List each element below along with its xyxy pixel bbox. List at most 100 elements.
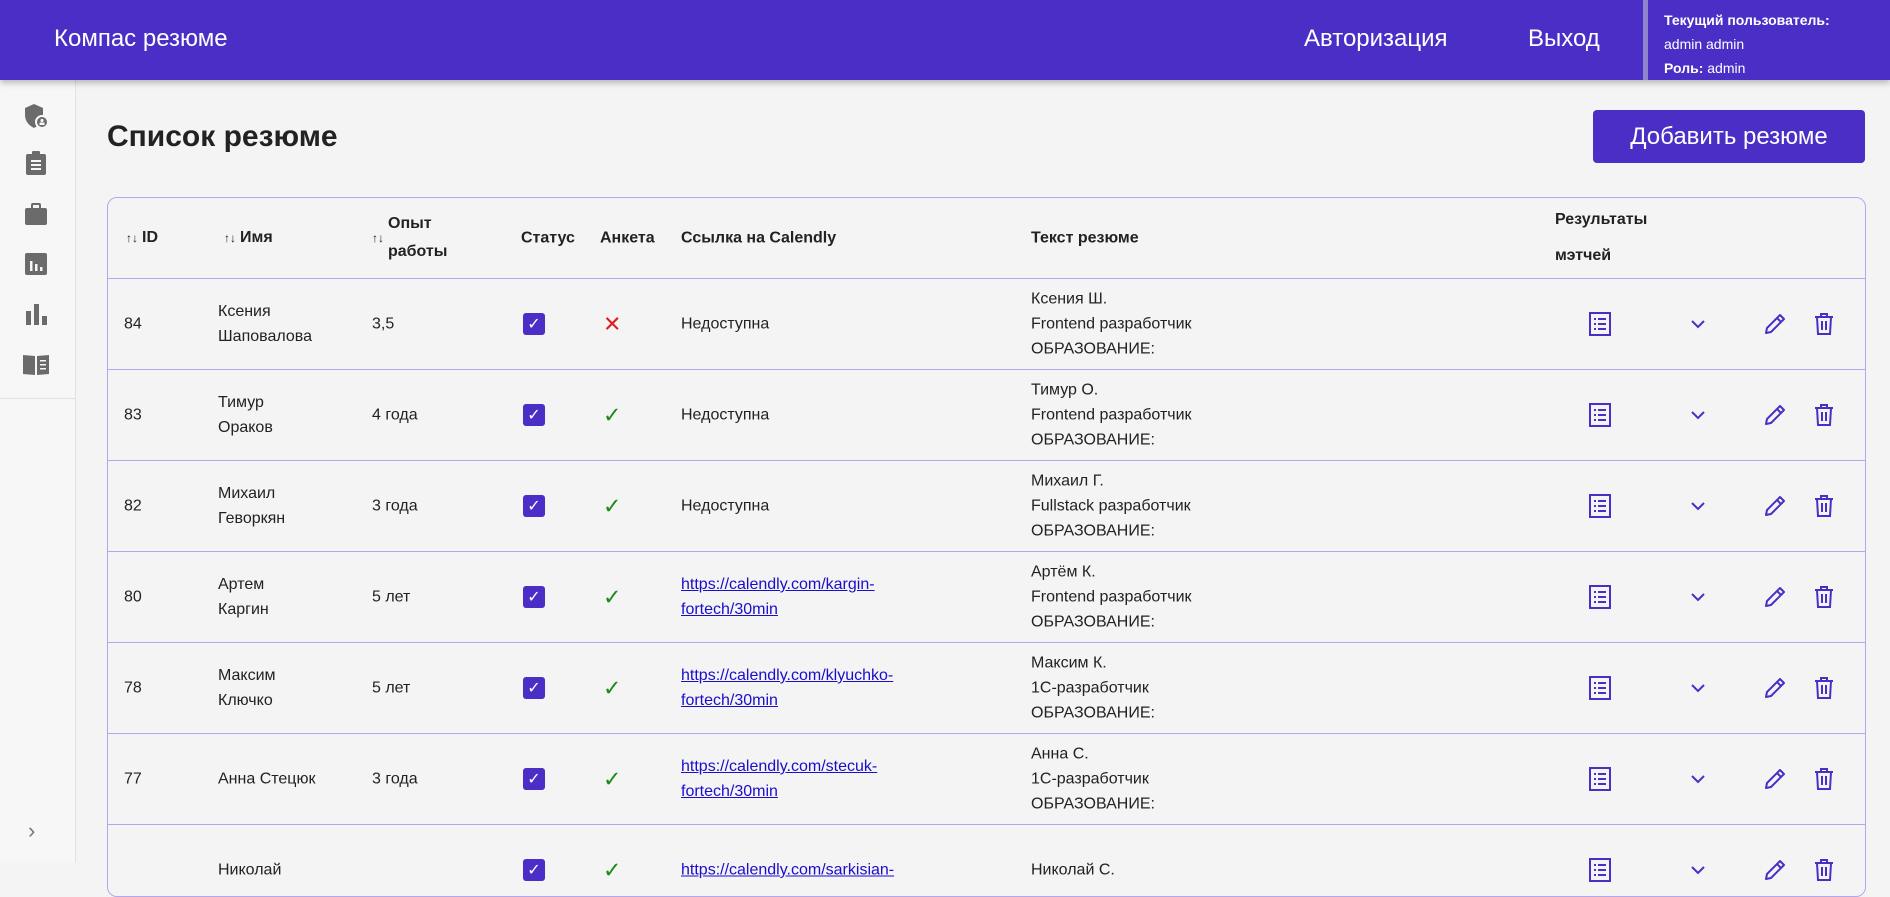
calendly-link[interactable]: https://calendly.com/sarkisian- [681, 858, 894, 883]
sort-icon: ↑↓ [224, 231, 236, 245]
sort-id[interactable]: ↑↓ ID [126, 225, 158, 251]
match-results-list-icon[interactable] [1589, 585, 1611, 609]
table-row: 80 Артем Каргин 5 лет ✓ ✓ https://calendl… [108, 552, 1865, 643]
calendly-link[interactable]: https://calendly.com/stecuk-fortech/30mi… [681, 754, 877, 804]
row-id: 82 [124, 497, 142, 515]
text-line: ОБРАЗОВАНИЕ: [1031, 522, 1155, 540]
text-line: ОБРАЗОВАНИЕ: [1031, 431, 1155, 449]
delete-trash-icon[interactable] [1814, 858, 1834, 882]
auth-link[interactable]: Авторизация [1304, 25, 1448, 53]
check-icon: ✓ [603, 857, 622, 883]
briefcase-icon[interactable] [22, 200, 50, 228]
status-checkbox[interactable]: ✓ [523, 677, 545, 699]
status-checkbox[interactable]: ✓ [523, 859, 545, 881]
row-name: Тимур Ораков [218, 390, 273, 440]
match-results-list-icon[interactable] [1589, 767, 1611, 791]
expand-chevron-icon[interactable] [1690, 319, 1706, 329]
status-checkbox[interactable]: ✓ [523, 495, 545, 517]
calendly-link[interactable]: https://calendly.com/sarkisian- [681, 858, 894, 883]
name-line: Ключко [218, 692, 273, 709]
calendly-unavailable: Недоступна [681, 312, 769, 337]
match-results-list-icon[interactable] [1589, 858, 1611, 882]
row-experience: 3 года [372, 497, 418, 515]
resume-text: Николай С. [1031, 858, 1115, 883]
text-line: Михаил Г. [1031, 472, 1104, 490]
role-label: Роль: [1664, 60, 1704, 76]
link-line: https://calendly.com/stecuk- [681, 758, 878, 775]
status-checkbox[interactable]: ✓ [523, 768, 545, 790]
calendly-link[interactable]: https://calendly.com/stecuk-fortech/30mi… [681, 754, 877, 804]
resume-text: Максим К. 1С-разработчик ОБРАЗОВАНИЕ: [1031, 651, 1155, 726]
check-icon: ✓ [603, 402, 622, 428]
calendly-link[interactable]: https://calendly.com/kargin-fortech/30mi… [681, 572, 875, 622]
match-results-list-icon[interactable] [1589, 312, 1611, 336]
sort-name[interactable]: ↑↓ Имя [224, 225, 273, 251]
link-line: Недоступна [681, 315, 770, 333]
cross-icon: ✕ [603, 311, 622, 337]
match-results-list-icon[interactable] [1589, 494, 1611, 518]
status-checkbox[interactable]: ✓ [523, 313, 545, 335]
header-results: Результаты мэтчей [1555, 211, 1648, 264]
edit-pencil-icon[interactable] [1763, 767, 1787, 791]
expand-chevron-icon[interactable] [1690, 774, 1706, 784]
row-id: 77 [124, 770, 142, 788]
link-line: Недоступна [681, 406, 770, 424]
sort-icon: ↑↓ [126, 231, 138, 245]
delete-trash-icon[interactable] [1814, 585, 1834, 609]
delete-trash-icon[interactable] [1814, 767, 1834, 791]
expand-sidebar-icon[interactable]: › [28, 818, 35, 844]
row-experience: 5 лет [372, 679, 411, 697]
edit-pencil-icon[interactable] [1763, 676, 1787, 700]
text-line: Frontend разработчик [1031, 315, 1192, 333]
expand-chevron-icon[interactable] [1690, 501, 1706, 511]
edit-pencil-icon[interactable] [1763, 858, 1787, 882]
shield-user-icon[interactable] [22, 102, 50, 130]
expand-chevron-icon[interactable] [1690, 410, 1706, 420]
text-line: ОБРАЗОВАНИЕ: [1031, 340, 1155, 358]
delete-trash-icon[interactable] [1814, 494, 1834, 518]
name-line: Артем [218, 576, 265, 593]
status-checkbox[interactable]: ✓ [523, 586, 545, 608]
add-resume-button[interactable]: Добавить резюме [1593, 110, 1865, 163]
sort-experience[interactable]: ↑↓ Опыт работы [372, 210, 468, 266]
bar-chart-icon[interactable] [22, 300, 50, 328]
logout-link[interactable]: Выход [1528, 25, 1600, 53]
sidebar: › [0, 80, 76, 863]
edit-pencil-icon[interactable] [1763, 312, 1787, 336]
name-line: Михаил [218, 485, 276, 502]
calendly-link[interactable]: https://calendly.com/klyuchko-fortech/30… [681, 663, 893, 713]
expand-chevron-icon[interactable] [1690, 865, 1706, 875]
brand-title[interactable]: Компас резюме [54, 25, 228, 53]
edit-pencil-icon[interactable] [1763, 494, 1787, 518]
link-line: https://calendly.com/sarkisian- [681, 861, 895, 879]
row-name: Анна Стецюк [218, 767, 315, 792]
text-line: Артём К. [1031, 563, 1096, 581]
link-line: https://calendly.com/kargin- [681, 576, 875, 593]
delete-trash-icon[interactable] [1814, 403, 1834, 427]
status-checkbox[interactable]: ✓ [523, 404, 545, 426]
expand-chevron-icon[interactable] [1690, 592, 1706, 602]
book-icon[interactable] [22, 350, 50, 378]
delete-trash-icon[interactable] [1814, 312, 1834, 336]
edit-pencil-icon[interactable] [1763, 585, 1787, 609]
name-line: Ораков [218, 419, 273, 436]
calendly-link[interactable]: https://calendly.com/klyuchko-fortech/30… [681, 663, 893, 713]
calendly-unavailable: Недоступна [681, 403, 769, 428]
text-line: Анна С. [1031, 745, 1089, 763]
check-icon: ✓ [603, 675, 622, 701]
report-icon[interactable] [22, 250, 50, 278]
match-results-list-icon[interactable] [1589, 403, 1611, 427]
name-line: Геворкян [218, 510, 286, 527]
table-row: Николай ✓ ✓ https://calendly.com/sarkisi… [108, 825, 1865, 896]
expand-chevron-icon[interactable] [1690, 683, 1706, 693]
calendly-link[interactable]: https://calendly.com/kargin-fortech/30mi… [681, 572, 875, 622]
clipboard-icon[interactable] [22, 149, 50, 177]
name-line: Максим [218, 667, 276, 684]
row-id: 84 [124, 315, 142, 333]
delete-trash-icon[interactable] [1814, 676, 1834, 700]
edit-pencil-icon[interactable] [1763, 403, 1787, 427]
text-line: ОБРАЗОВАНИЕ: [1031, 704, 1155, 722]
row-experience: 4 года [372, 406, 418, 424]
resume-text: Михаил Г. Fullstack разработчик ОБРАЗОВАНИ… [1031, 469, 1191, 544]
match-results-list-icon[interactable] [1589, 676, 1611, 700]
